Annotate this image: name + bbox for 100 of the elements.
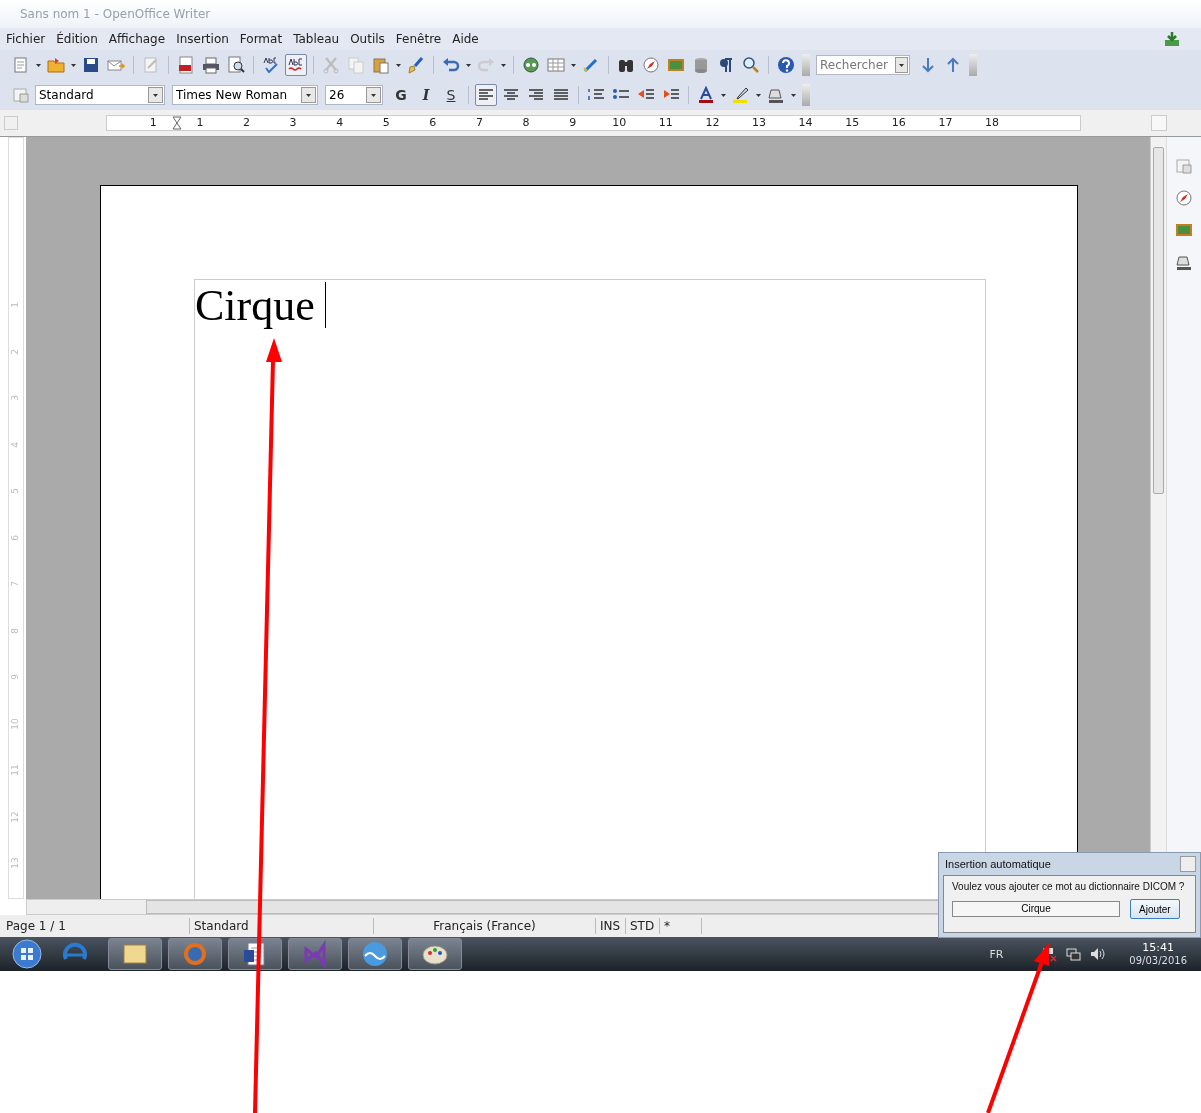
insert-mode: INS <box>596 918 626 934</box>
caret-icon[interactable] <box>395 62 402 68</box>
ruler-number: 6 <box>429 116 437 130</box>
add-button[interactable]: Ajouter <box>1130 899 1180 919</box>
ruler-number: 8 <box>522 116 530 130</box>
menu-item[interactable]: Fichier <box>6 32 46 46</box>
start-button-icon[interactable] <box>12 939 42 969</box>
spellcheck-icon[interactable] <box>262 56 280 74</box>
language-indicator[interactable]: FR <box>989 947 1004 961</box>
caret-icon[interactable] <box>500 62 507 68</box>
highlighter-icon[interactable] <box>732 86 750 104</box>
arrow-down-icon[interactable] <box>919 56 937 74</box>
dropdown-caret-icon[interactable] <box>305 92 312 98</box>
ruler-number: 10 <box>612 116 627 130</box>
print-preview-icon[interactable] <box>227 56 245 74</box>
menu-item[interactable]: Fenêtre <box>395 32 442 46</box>
clock-date[interactable]: 09/03/2016 <box>1129 954 1187 967</box>
zoom-icon[interactable] <box>742 56 760 74</box>
pdf-icon[interactable] <box>177 56 195 74</box>
paste-icon[interactable] <box>372 56 390 74</box>
save-icon[interactable] <box>82 56 100 74</box>
toolbar-grip[interactable] <box>802 84 810 106</box>
ruler-number: 7 <box>475 116 483 130</box>
clock-time[interactable]: 15:41 <box>1142 941 1175 954</box>
folder-icon[interactable] <box>47 56 65 74</box>
ruler-number: 11 <box>658 116 673 130</box>
font-color-icon[interactable] <box>697 86 715 104</box>
ruler-number: 11 <box>10 764 21 776</box>
ruler-number: 13 <box>752 116 766 130</box>
picture-icon[interactable] <box>667 56 685 74</box>
page-style: Standard <box>190 918 374 934</box>
font-size-dropdown[interactable]: 26 <box>325 85 383 105</box>
ruler-number: 18 <box>985 116 999 130</box>
caret-icon[interactable] <box>465 62 472 68</box>
toolbar-grip[interactable] <box>802 54 810 76</box>
menu-item[interactable]: Format <box>239 32 283 46</box>
underline-button[interactable]: S <box>440 84 462 106</box>
speaker-icon[interactable] <box>1089 946 1106 962</box>
network-icon[interactable] <box>1065 946 1082 962</box>
indent-marker-icon[interactable] <box>171 116 182 130</box>
dropdown-caret-icon[interactable] <box>152 92 159 98</box>
scrollbar-thumb[interactable] <box>1153 147 1164 494</box>
ruler-number: 7 <box>10 581 21 587</box>
menu-item[interactable]: Insertion <box>176 32 229 46</box>
ruler-number: 12 <box>10 810 21 823</box>
ruler-number: 2 <box>10 348 21 355</box>
caret-icon[interactable] <box>570 62 577 68</box>
ruler-number: 9 <box>10 674 21 680</box>
selection-mode: STD <box>626 918 660 934</box>
extension-icon[interactable] <box>1163 30 1181 48</box>
caret-icon[interactable] <box>790 92 797 98</box>
menu-item[interactable]: Affichage <box>108 32 166 46</box>
modified-indicator: * <box>660 918 702 934</box>
caret-icon[interactable] <box>720 92 727 98</box>
font-name-dropdown[interactable]: Times New Roman <box>172 85 318 105</box>
bold-button[interactable]: G <box>390 84 412 106</box>
ruler-number: 3 <box>10 395 21 401</box>
pilcrow-icon[interactable] <box>717 56 735 74</box>
ruler-number: 6 <box>10 534 21 541</box>
document-text: Cirque <box>195 279 315 331</box>
undo-icon[interactable] <box>442 56 460 74</box>
ruler-number: 5 <box>10 488 21 494</box>
ruler-number: 9 <box>569 116 577 130</box>
ruler-number: 15 <box>845 116 860 130</box>
page-count: Page 1 / 1 <box>0 918 190 934</box>
ruler-number: 4 <box>336 116 344 130</box>
toolbar-grip[interactable] <box>969 54 977 76</box>
ruler-number: 14 <box>798 116 813 130</box>
paragraph-style-dropdown[interactable]: Standard <box>35 85 165 105</box>
brush-icon[interactable] <box>407 56 425 74</box>
ruler-number: 13 <box>10 857 21 869</box>
pencil-icon[interactable] <box>582 56 600 74</box>
ruler-number: 1 <box>196 116 204 130</box>
menu-item[interactable]: Aide <box>452 32 479 46</box>
picture-icon[interactable] <box>1175 221 1193 239</box>
help-icon[interactable] <box>777 56 795 74</box>
caret-icon[interactable] <box>35 62 42 68</box>
compass-icon[interactable] <box>642 56 660 74</box>
printer-icon[interactable] <box>202 56 220 74</box>
caret-icon[interactable] <box>755 92 762 98</box>
database-icon[interactable] <box>692 56 710 74</box>
menu-item[interactable]: Édition <box>56 32 98 46</box>
language: Français (France) <box>374 918 596 934</box>
ruler-number: 10 <box>10 717 21 730</box>
ruler-number: 5 <box>382 116 390 130</box>
ruler-number: 2 <box>243 116 250 130</box>
caret-icon[interactable] <box>70 62 77 68</box>
word-field[interactable]: Cirque <box>952 901 1120 917</box>
search-field[interactable]: Rechercher <box>816 55 910 75</box>
dropdown-caret-icon[interactable] <box>898 62 905 68</box>
ruler-number: 3 <box>289 116 297 130</box>
ruler-number: 12 <box>705 116 720 130</box>
italic-button[interactable]: I <box>415 84 437 106</box>
dropdown-caret-icon[interactable] <box>370 92 377 98</box>
dialog-title: Insertion automatique <box>945 858 1051 870</box>
menu-item[interactable]: Outils <box>350 32 385 46</box>
menu-item[interactable]: Tableau <box>293 32 340 46</box>
ruler-number: 1 <box>149 116 157 130</box>
compass-icon[interactable] <box>1175 189 1193 207</box>
ruler-number: 16 <box>891 116 906 130</box>
